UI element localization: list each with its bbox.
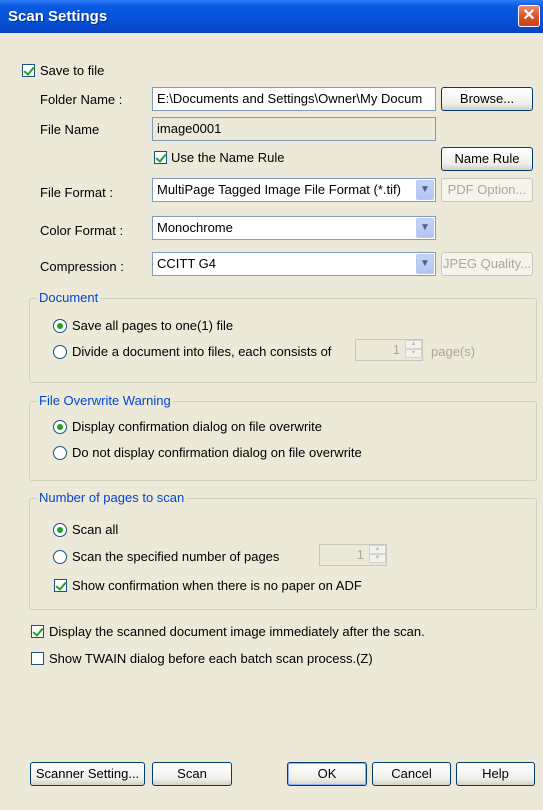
pdf-option-button[interactable]: PDF Option... [441, 178, 533, 202]
pages-per-file-value: 1 [392, 342, 400, 357]
save-all-pages-label: Save all pages to one(1) file [72, 318, 234, 333]
compression-select[interactable]: CCITT G4 ▼ [152, 252, 436, 276]
overwrite-warning-group [29, 401, 537, 481]
use-name-rule-checkbox[interactable] [154, 151, 167, 164]
file-format-select[interactable]: MultiPage Tagged Image File Format (*.ti… [152, 178, 436, 202]
chevron-down-icon[interactable]: ▼ [416, 180, 434, 200]
cancel-button[interactable]: Cancel [372, 762, 451, 786]
scan-settings-dialog: Scan Settings ✕ Save to file Folder Name… [0, 0, 543, 810]
chevron-down-icon[interactable]: ▼ [416, 254, 434, 274]
window-title: Scan Settings [8, 8, 108, 25]
jpeg-quality-button[interactable]: JPEG Quality... [441, 252, 533, 276]
spin-down-icon[interactable]: ▼ [405, 349, 422, 358]
scan-all-label: Scan all [72, 522, 119, 537]
pages-per-file-spinner[interactable]: 1 ▲ ▼ [355, 339, 423, 361]
browse-button[interactable]: Browse... [441, 87, 533, 111]
pages-unit-label: page(s) [431, 344, 476, 359]
page-count-spinner[interactable]: 1 ▲ ▼ [319, 544, 387, 566]
document-group-title: Document [37, 290, 101, 305]
file-name-label: File Name [40, 122, 100, 137]
color-format-label: Color Format : [40, 223, 124, 238]
save-to-file-checkbox[interactable] [22, 64, 35, 77]
name-rule-button[interactable]: Name Rule [441, 147, 533, 171]
title-bar[interactable]: Scan Settings ✕ [0, 0, 543, 33]
no-display-overwrite-label: Do not display confirmation dialog on fi… [72, 445, 362, 460]
ok-button[interactable]: OK [287, 762, 367, 786]
scan-button[interactable]: Scan [152, 762, 232, 786]
use-name-rule-label: Use the Name Rule [171, 150, 285, 165]
document-group [29, 298, 537, 383]
chevron-down-icon[interactable]: ▼ [416, 218, 434, 238]
show-confirmation-checkbox[interactable] [54, 579, 67, 592]
save-all-pages-radio[interactable] [53, 319, 67, 333]
page-count-value: 1 [356, 547, 364, 562]
close-button[interactable]: ✕ [518, 5, 540, 27]
scanner-setting-button[interactable]: Scanner Setting... [30, 762, 145, 786]
file-format-value: MultiPage Tagged Image File Format (*.ti… [157, 182, 401, 197]
no-display-overwrite-radio[interactable] [53, 446, 67, 460]
help-button[interactable]: Help [456, 762, 535, 786]
pages-to-scan-title: Number of pages to scan [37, 490, 187, 505]
spin-down-icon[interactable]: ▼ [369, 554, 386, 563]
file-format-label: File Format : [40, 185, 113, 200]
folder-name-label: Folder Name : [40, 92, 123, 107]
scan-specified-radio[interactable] [53, 550, 67, 564]
show-twain-label: Show TWAIN dialog before each batch scan… [49, 651, 373, 666]
scan-specified-label: Scan the specified number of pages [72, 549, 280, 564]
spin-up-icon[interactable]: ▲ [369, 545, 386, 554]
divide-document-radio[interactable] [53, 345, 67, 359]
color-format-select[interactable]: Monochrome ▼ [152, 216, 436, 240]
scan-all-radio[interactable] [53, 523, 67, 537]
dialog-body: Save to file Folder Name : E:\Documents … [0, 33, 543, 810]
spin-up-icon[interactable]: ▲ [405, 340, 422, 349]
display-overwrite-label: Display confirmation dialog on file over… [72, 419, 323, 434]
file-name-field[interactable]: image0001 [152, 117, 436, 141]
folder-name-field[interactable]: E:\Documents and Settings\Owner\My Docum [152, 87, 436, 111]
divide-document-label: Divide a document into files, each consi… [72, 344, 332, 359]
overwrite-warning-title: File Overwrite Warning [37, 393, 173, 408]
display-overwrite-radio[interactable] [53, 420, 67, 434]
show-twain-checkbox[interactable] [31, 652, 44, 665]
color-format-value: Monochrome [157, 220, 233, 235]
compression-value: CCITT G4 [157, 256, 216, 271]
show-confirmation-label: Show confirmation when there is no paper… [72, 578, 362, 593]
close-icon: ✕ [522, 7, 536, 24]
compression-label: Compression : [40, 259, 124, 274]
save-to-file-label: Save to file [40, 63, 105, 78]
display-image-label: Display the scanned document image immed… [49, 624, 425, 639]
display-image-checkbox[interactable] [31, 625, 44, 638]
